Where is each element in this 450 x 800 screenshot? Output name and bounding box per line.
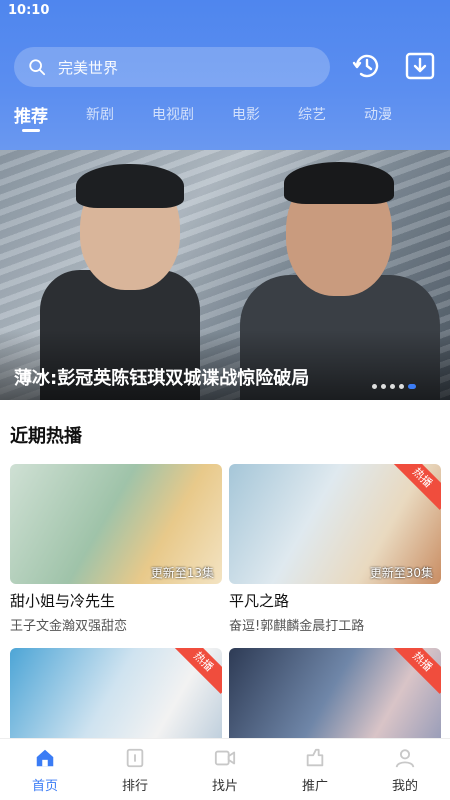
show-title[interactable]: 甜小姐与冷先生: [10, 590, 222, 611]
profile-icon: [395, 749, 415, 768]
tab-recommend[interactable]: 推荐: [14, 102, 48, 132]
nav-label: 排行: [121, 779, 148, 794]
episode-badge: 更新至30集: [369, 566, 433, 580]
nav-label: 找片: [211, 779, 238, 794]
tab-tv-series[interactable]: 电视剧: [152, 104, 194, 134]
video-icon: [214, 750, 236, 766]
search-input[interactable]: 完美世界: [14, 47, 330, 87]
nav-ranking[interactable]: 排行: [90, 739, 180, 800]
banner-dot[interactable]: [381, 384, 386, 389]
nav-profile[interactable]: 我的: [360, 739, 450, 800]
nav-label: 推广: [301, 779, 328, 794]
nav-home[interactable]: 首页: [0, 739, 90, 800]
search-placeholder: 完美世界: [58, 58, 119, 77]
hero-banner[interactable]: 薄冰:彭冠英陈钰琪双城谍战惊险破局: [0, 150, 450, 400]
hot-corner-badge: 热播: [171, 648, 222, 694]
show-thumbnail[interactable]: 更新至13集: [10, 464, 222, 584]
header: 10:10 完美世界 推荐 新剧 电视剧 电影 综艺 动漫: [0, 0, 450, 150]
nav-promote[interactable]: 推广: [270, 739, 360, 800]
tab-variety[interactable]: 综艺: [298, 104, 326, 134]
banner-pagination: [372, 384, 420, 389]
episode-badge: 更新至13集: [150, 566, 214, 580]
show-subtitle: 奋逗!郭麒麟金晨打工路: [229, 619, 365, 634]
show-subtitle: 王子文金瀚双强甜恋: [10, 619, 128, 634]
banner-dot[interactable]: [390, 384, 395, 389]
history-icon[interactable]: [351, 50, 383, 82]
ranking-icon: [126, 748, 144, 768]
status-time: 10:10: [8, 3, 50, 18]
share-icon: [306, 748, 324, 767]
nav-label: 我的: [391, 779, 418, 794]
banner-dot[interactable]: [399, 384, 404, 389]
banner-actor-left-hair: [76, 164, 184, 208]
tab-anime[interactable]: 动漫: [364, 104, 392, 134]
tab-movie[interactable]: 电影: [232, 104, 260, 134]
category-tabs: 推荐 新剧 电视剧 电影 综艺 动漫: [14, 104, 430, 134]
show-title[interactable]: 平凡之路: [229, 590, 441, 611]
bottom-nav: 首页 排行 找片 推广 我的: [0, 738, 450, 800]
show-thumbnail[interactable]: 热播 更新至30集: [229, 464, 441, 584]
home-icon: [36, 749, 54, 767]
section-title: 近期热播: [10, 426, 82, 447]
nav-find[interactable]: 找片: [180, 739, 270, 800]
banner-title: 薄冰:彭冠英陈钰琪双城谍战惊险破局: [14, 368, 310, 389]
nav-label: 首页: [31, 779, 58, 794]
download-icon[interactable]: [404, 50, 436, 82]
banner-dot[interactable]: [372, 384, 377, 389]
tab-new-drama[interactable]: 新剧: [86, 104, 114, 134]
hot-corner-badge: 热播: [390, 648, 441, 694]
hot-corner-badge: 热播: [390, 464, 441, 510]
banner-actor-right-hair: [284, 162, 394, 204]
show-card[interactable]: 更新至13集 甜小姐与冷先生 王子文金瀚双强甜恋: [10, 464, 222, 634]
search-icon: [29, 59, 46, 76]
show-card[interactable]: 热播 更新至30集 平凡之路 奋逗!郭麒麟金晨打工路: [229, 464, 441, 634]
banner-dot-active[interactable]: [408, 384, 416, 389]
